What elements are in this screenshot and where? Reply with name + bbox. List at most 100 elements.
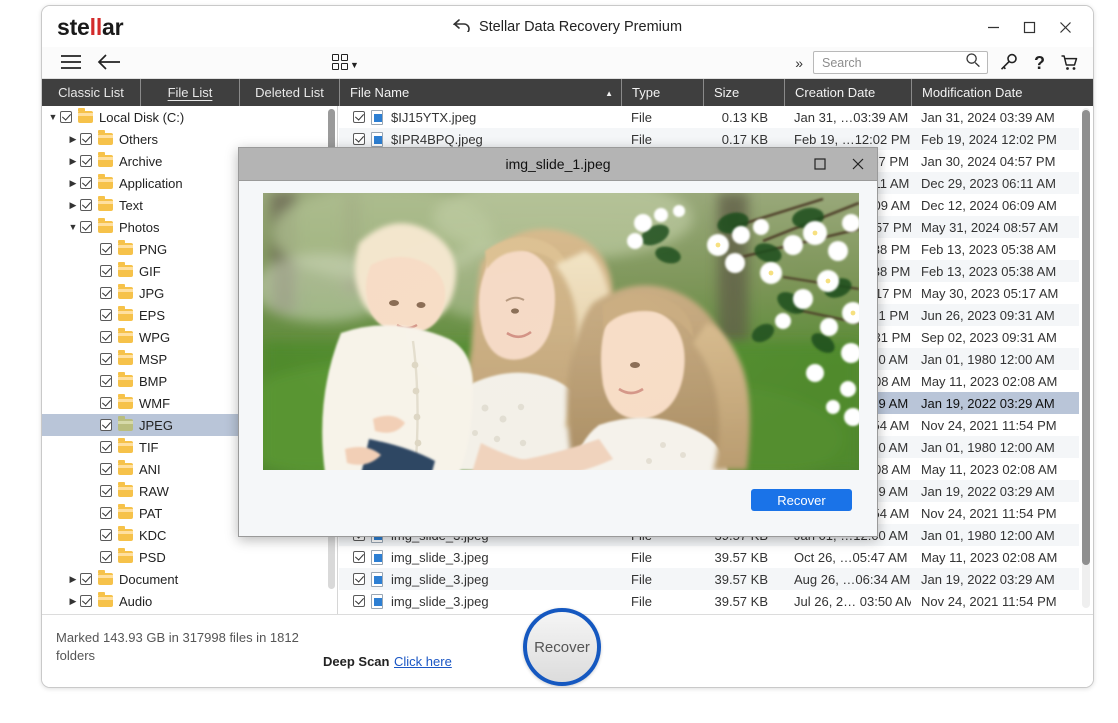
tree-checkbox[interactable] xyxy=(60,111,72,123)
hamburger-menu-icon[interactable] xyxy=(60,53,82,76)
file-list-scrollbar[interactable] xyxy=(1082,108,1090,608)
search-box[interactable] xyxy=(813,51,988,74)
dialog-recover-button[interactable]: Recover xyxy=(751,489,852,511)
cell-modification-date: Jan 31, 2024 03:39 AM xyxy=(921,109,1055,125)
tree-checkbox[interactable] xyxy=(80,573,92,585)
question-mark-icon[interactable]: ? xyxy=(1028,51,1050,74)
column-header-modification-date[interactable]: Modification Date xyxy=(912,79,1072,106)
dialog-close-icon[interactable] xyxy=(845,153,871,175)
file-name-label: $IJ15YTX.jpeg xyxy=(391,109,477,125)
tree-item-label: Audio xyxy=(119,593,153,609)
tree-item-local-disk-c[interactable]: Local Disk (C:) xyxy=(42,106,337,128)
dialog-window-controls xyxy=(807,153,871,175)
tree-checkbox[interactable] xyxy=(100,441,112,453)
caret-right-icon[interactable] xyxy=(66,200,80,211)
deep-scan-link[interactable]: Click here xyxy=(394,654,452,669)
shopping-cart-icon[interactable] xyxy=(1059,51,1081,74)
caret-right-icon[interactable] xyxy=(66,178,80,189)
tree-checkbox[interactable] xyxy=(100,287,112,299)
tree-checkbox[interactable] xyxy=(100,507,112,519)
table-row[interactable]: img_slide_3.jpeg File 39.57 KB Aug 26, …06:… xyxy=(339,568,1079,590)
tree-item-document[interactable]: Document xyxy=(42,568,337,590)
tree-checkbox[interactable] xyxy=(100,397,112,409)
cell-creation-date: Aug 26, …06:34 AM xyxy=(794,571,911,587)
cell-creation-date: Jan 31, …03:39 AM xyxy=(794,109,909,125)
tree-checkbox[interactable] xyxy=(100,419,112,431)
caret-right-icon[interactable] xyxy=(66,156,80,167)
toolbar-back-arrow-icon[interactable] xyxy=(97,52,122,77)
tree-checkbox[interactable] xyxy=(80,133,92,145)
dialog-title-bar[interactable]: img_slide_1.jpeg xyxy=(239,148,877,181)
maximize-icon[interactable] xyxy=(1011,14,1047,40)
tree-checkbox[interactable] xyxy=(100,309,112,321)
tab-classic-list[interactable]: Classic List xyxy=(42,79,141,106)
tree-item-psd[interactable]: PSD xyxy=(42,546,337,568)
tree-item-label: BMP xyxy=(139,373,168,389)
row-checkbox[interactable] xyxy=(353,133,365,145)
back-arrow-icon[interactable] xyxy=(452,19,471,37)
table-row[interactable]: img_slide_3.jpeg File 39.57 KB Oct 26, …05:… xyxy=(339,546,1079,568)
tree-checkbox[interactable] xyxy=(100,265,112,277)
cell-type: File xyxy=(631,131,652,147)
table-row[interactable]: $IJ15YTX.jpeg File 0.13 KB Jan 31, …03:39 A… xyxy=(339,106,1079,128)
column-label: Type xyxy=(632,85,661,100)
row-checkbox[interactable] xyxy=(353,573,365,585)
column-header-size[interactable]: Size xyxy=(704,79,785,106)
cell-modification-date: Feb 13, 2023 05:38 AM xyxy=(921,241,1057,257)
tree-checkbox[interactable] xyxy=(100,485,112,497)
tree-item-label: Archive xyxy=(119,153,163,169)
column-header-creation-date[interactable]: Creation Date xyxy=(785,79,912,106)
caret-down-icon[interactable] xyxy=(46,112,60,122)
magnifier-icon[interactable] xyxy=(965,52,981,73)
tree-checkbox[interactable] xyxy=(100,529,112,541)
cell-modification-date: Feb 19, 2024 12:02 PM xyxy=(921,131,1057,147)
double-chevron-right-icon[interactable]: » xyxy=(795,55,804,71)
search-input[interactable] xyxy=(820,54,965,71)
key-icon[interactable] xyxy=(997,51,1019,74)
grid-view-icon[interactable]: ▼ xyxy=(332,54,359,70)
cell-modification-date: Dec 29, 2023 06:11 AM xyxy=(921,175,1056,191)
row-checkbox[interactable] xyxy=(353,551,365,563)
minimize-icon[interactable] xyxy=(975,14,1011,40)
chevron-down-icon: ▼ xyxy=(350,60,359,70)
tree-item-label: RAW xyxy=(139,483,169,499)
tree-item-audio[interactable]: Audio xyxy=(42,590,337,612)
tree-checkbox[interactable] xyxy=(100,353,112,365)
caret-right-icon[interactable] xyxy=(66,134,80,145)
caret-down-icon[interactable] xyxy=(66,222,80,232)
tree-checkbox[interactable] xyxy=(100,331,112,343)
caret-right-icon[interactable] xyxy=(66,596,80,607)
image-preview-dialog[interactable]: img_slide_1.jpeg Recover xyxy=(238,147,878,537)
cell-modification-date: Jan 19, 2022 03:29 AM xyxy=(921,571,1055,587)
tab-deleted-list[interactable]: Deleted List xyxy=(240,79,340,106)
tree-checkbox[interactable] xyxy=(100,551,112,563)
tree-checkbox[interactable] xyxy=(80,199,92,211)
tree-checkbox[interactable] xyxy=(80,221,92,233)
cell-creation-date: Oct 26, …05:47 AM xyxy=(794,549,908,565)
row-checkbox[interactable] xyxy=(353,595,365,607)
recover-button[interactable]: Recover xyxy=(523,608,601,686)
folder-icon xyxy=(98,218,113,233)
close-icon[interactable] xyxy=(1047,14,1083,40)
tree-checkbox[interactable] xyxy=(100,243,112,255)
tree-checkbox[interactable] xyxy=(80,595,92,607)
cell-type: File xyxy=(631,549,652,565)
row-checkbox[interactable] xyxy=(353,111,365,123)
file-list-scrollbar-thumb[interactable] xyxy=(1082,110,1090,565)
tree-checkbox[interactable] xyxy=(80,177,92,189)
image-file-icon xyxy=(371,571,383,587)
dialog-maximize-icon[interactable] xyxy=(807,153,833,175)
column-header-type[interactable]: Type xyxy=(622,79,704,106)
caret-right-icon[interactable] xyxy=(66,574,80,585)
tree-checkbox[interactable] xyxy=(100,375,112,387)
cell-file-name: img_slide_3.jpeg xyxy=(339,593,621,609)
column-header-file-name[interactable]: File Name ▲ xyxy=(340,79,622,106)
tree-item-label: GIF xyxy=(139,263,161,279)
cell-file-name: img_slide_3.jpeg xyxy=(339,571,621,587)
cell-type: File xyxy=(631,593,652,609)
tree-checkbox[interactable] xyxy=(80,155,92,167)
tree-checkbox[interactable] xyxy=(100,463,112,475)
table-row[interactable]: img_slide_3.jpeg File 39.57 KB Jul 26, 2… 0… xyxy=(339,590,1079,612)
tab-file-list[interactable]: File List xyxy=(141,79,240,106)
folder-icon xyxy=(118,548,133,563)
